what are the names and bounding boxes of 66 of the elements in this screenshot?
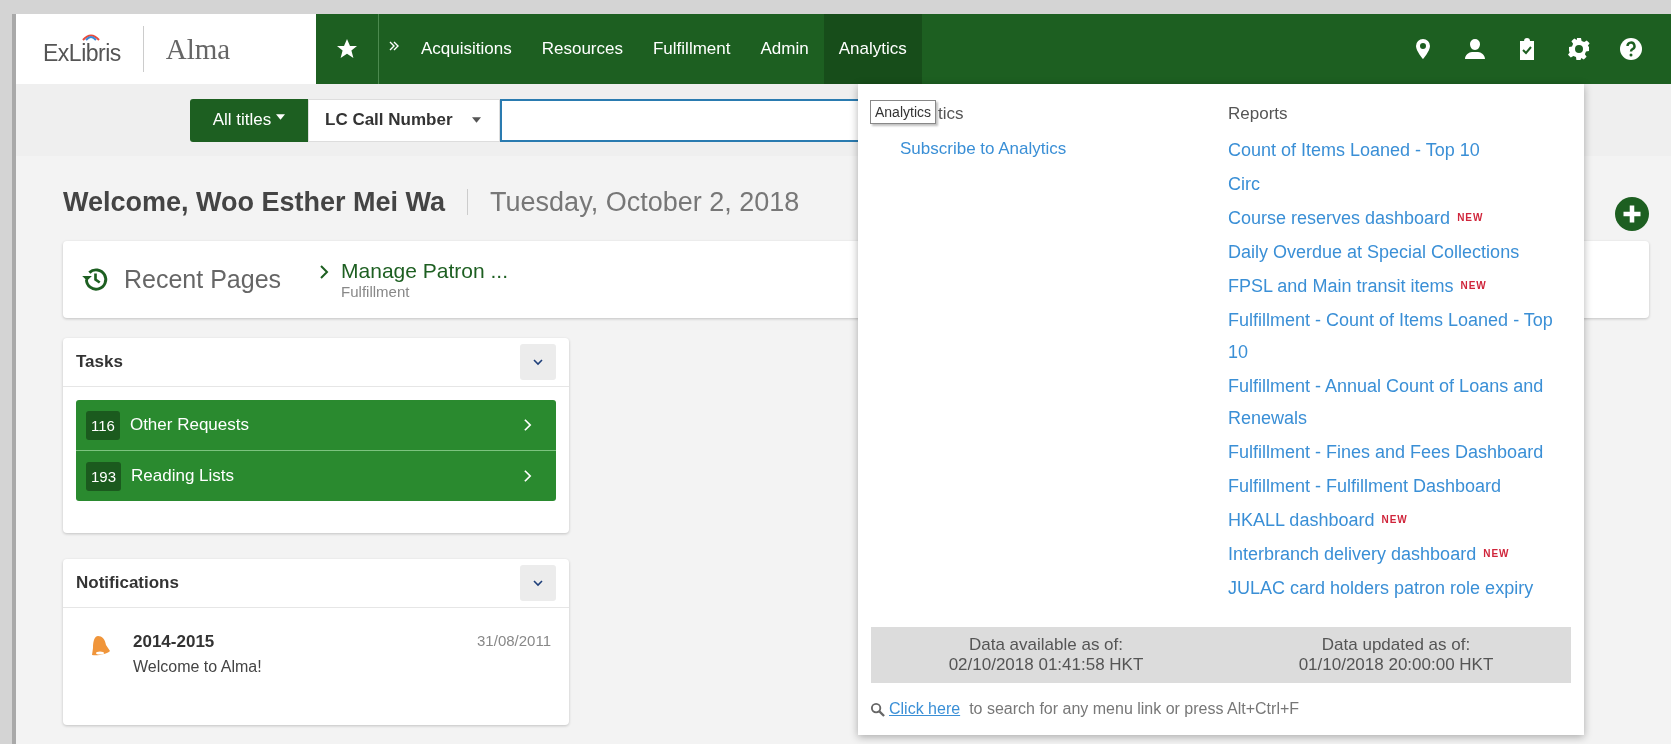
chevron-right-icon bbox=[523, 469, 532, 483]
caret-icon bbox=[276, 114, 286, 120]
report-link[interactable]: Course reserves dashboard bbox=[1228, 202, 1451, 234]
tooltip: Analytics bbox=[870, 100, 937, 124]
footer-hint: to search for any menu link or press Alt+Ctrl+F bbox=[969, 700, 1300, 718]
module-label: Fulfillment bbox=[341, 283, 411, 300]
date-text: Tuesday, October 2, 2018 bbox=[490, 186, 800, 218]
report-link[interactable]: Fulfillment - Fulfillment Dashboard bbox=[1228, 470, 1502, 502]
help-icon[interactable] bbox=[1619, 37, 1643, 61]
report-link[interactable]: Count of Items Loaned - Top 10 bbox=[1228, 134, 1480, 166]
report-link[interactable]: FPSL and Main transit items bbox=[1228, 270, 1454, 302]
menu-link[interactable]: Subscribe to Analytics bbox=[900, 134, 1228, 164]
new-label: NEW bbox=[1483, 548, 1510, 559]
data-timestamp: 02/10/2018 01:41:58 HKT bbox=[948, 655, 1144, 675]
bell-icon bbox=[89, 634, 113, 658]
chevron-right-icon bbox=[319, 264, 330, 280]
chevron-down-icon bbox=[532, 358, 544, 366]
settings-icon[interactable] bbox=[1567, 37, 1591, 61]
user-icon[interactable] bbox=[1463, 37, 1487, 61]
nav-tab[interactable]: Analytics bbox=[823, 14, 922, 84]
widget-title: Tasks bbox=[76, 352, 123, 372]
product-name: Alma bbox=[165, 32, 231, 66]
new-label: NEW bbox=[1457, 212, 1484, 223]
task-label: Reading Lists bbox=[131, 466, 235, 486]
new-label: NEW bbox=[1460, 280, 1487, 291]
report-link[interactable]: JULAC card holders patron role expiry bbox=[1228, 572, 1534, 604]
task-row[interactable]: 116 Other Requests bbox=[76, 400, 556, 450]
menu-section-title: Reports bbox=[1228, 103, 1289, 125]
widget-title: Notifications bbox=[76, 573, 179, 593]
search-scope-button[interactable]: All titles bbox=[190, 98, 308, 142]
task-count: 193 bbox=[86, 461, 122, 491]
search-icon bbox=[870, 701, 885, 717]
menu-section-title: tics bbox=[938, 104, 964, 124]
recent-page-link[interactable]: Manage Patron ... bbox=[341, 259, 508, 283]
report-link[interactable]: Daily Overdue at Special Collections bbox=[1228, 236, 1520, 268]
data-timestamp: 01/10/2018 20:00:00 HKT bbox=[1298, 655, 1494, 675]
nav-tab[interactable]: Resources bbox=[526, 14, 638, 84]
report-link[interactable]: Fulfillment - Annual Count of Loans and Renewals bbox=[1228, 370, 1558, 434]
task-count: 116 bbox=[86, 410, 120, 440]
report-link[interactable]: HKALL dashboard bbox=[1228, 504, 1375, 536]
recent-pages-title: Recent Pages bbox=[124, 265, 282, 294]
double-chevron-icon[interactable] bbox=[388, 40, 400, 52]
add-icon[interactable] bbox=[1615, 197, 1649, 231]
notification-date: 31/08/2011 bbox=[477, 632, 551, 651]
report-link[interactable]: Fulfillment - Fines and Fees Dashboard bbox=[1228, 436, 1544, 468]
nav-tab[interactable]: Acquisitions bbox=[406, 14, 527, 84]
task-row[interactable]: 193 Reading Lists bbox=[76, 450, 556, 501]
data-label: Data updated as of: bbox=[1321, 635, 1471, 655]
click-here-link[interactable]: Click here bbox=[889, 700, 961, 718]
search-field-dropdown[interactable]: LC Call Number bbox=[308, 98, 500, 142]
report-link[interactable]: Interbranch delivery dashboard bbox=[1228, 538, 1477, 570]
chevron-down-icon bbox=[532, 579, 544, 587]
data-label: Data available as of: bbox=[968, 635, 1123, 655]
task-label: Other Requests bbox=[129, 415, 249, 435]
nav-tab[interactable]: Fulfillment bbox=[638, 14, 746, 84]
new-label: NEW bbox=[1381, 514, 1408, 525]
chevron-right-icon bbox=[523, 418, 532, 432]
notification-title: 2014-2015 bbox=[133, 632, 215, 652]
exlibris-logo: ExLibris bbox=[43, 31, 121, 67]
caret-icon bbox=[472, 117, 481, 123]
report-link[interactable]: Circ bbox=[1228, 168, 1260, 200]
nav-tab[interactable]: Admin bbox=[745, 14, 824, 84]
report-link[interactable]: Fulfillment - Count of Items Loaned - Top 10 bbox=[1228, 304, 1558, 368]
notification-message: Welcome to Alma! bbox=[133, 658, 263, 676]
welcome-heading: Welcome, Woo Esther Mei Wa bbox=[63, 186, 446, 218]
history-icon bbox=[81, 265, 110, 294]
